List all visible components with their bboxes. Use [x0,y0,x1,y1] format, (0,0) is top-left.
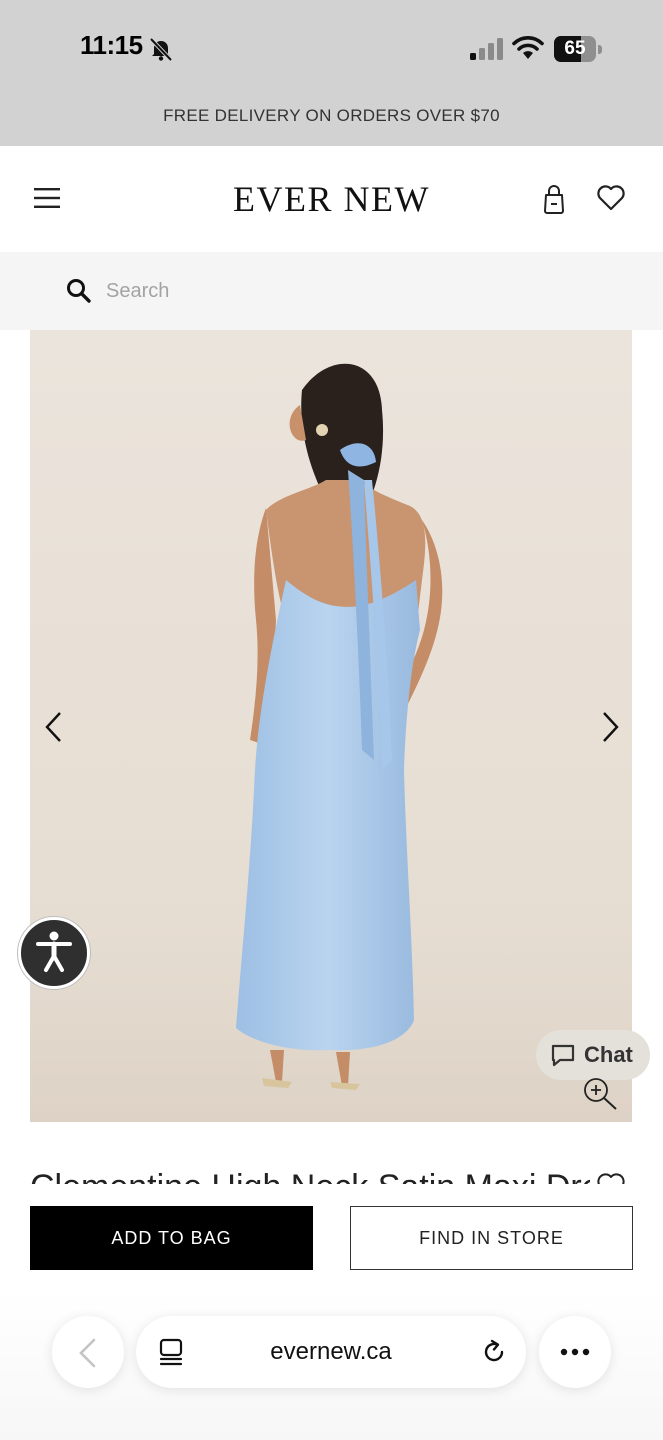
add-to-bag-button[interactable]: ADD TO BAG [30,1206,313,1270]
url-text[interactable]: evernew.ca [136,1338,526,1366]
product-title: Clementine High Neck Satin Maxi Dress [30,1168,590,1184]
chat-button[interactable]: Chat [536,1030,650,1080]
find-in-store-button[interactable]: FIND IN STORE [350,1206,633,1270]
site-header: EVER NEW [0,146,663,252]
shopping-bag-icon[interactable] [542,184,566,214]
battery-level: 65 [564,38,586,59]
wishlist-heart-icon[interactable] [596,184,626,212]
browser-back-button[interactable] [52,1316,124,1388]
reload-icon[interactable] [480,1338,508,1366]
chat-label: Chat [584,1042,633,1067]
search-icon [67,279,91,303]
status-time: 11:15 [80,30,143,60]
promo-banner-text[interactable]: FREE DELIVERY ON ORDERS OVER $70 [0,106,663,126]
search-input[interactable] [106,274,606,308]
accessibility-button[interactable] [18,917,90,989]
search-bar [0,252,663,330]
chat-bubble-icon [551,1044,575,1067]
wifi-icon [512,36,544,59]
more-icon [560,1348,590,1356]
product-title-area: Clementine High Neck Satin Maxi Dress [30,1162,632,1184]
address-bar[interactable]: evernew.ca [136,1316,526,1388]
product-image[interactable] [30,330,632,1122]
bell-slash-icon [149,37,173,62]
cellular-signal-icon [470,38,503,60]
product-wishlist-heart-icon[interactable] [596,1172,626,1184]
product-photo [30,330,632,1122]
accessibility-person-icon [36,931,72,972]
chevron-left-icon[interactable] [42,710,66,744]
chevron-right-icon[interactable] [598,710,622,744]
battery-icon: 65 [554,36,602,62]
back-arrow-icon [79,1338,96,1368]
zoom-in-icon[interactable] [580,1076,620,1112]
browser-more-button[interactable] [539,1316,611,1388]
